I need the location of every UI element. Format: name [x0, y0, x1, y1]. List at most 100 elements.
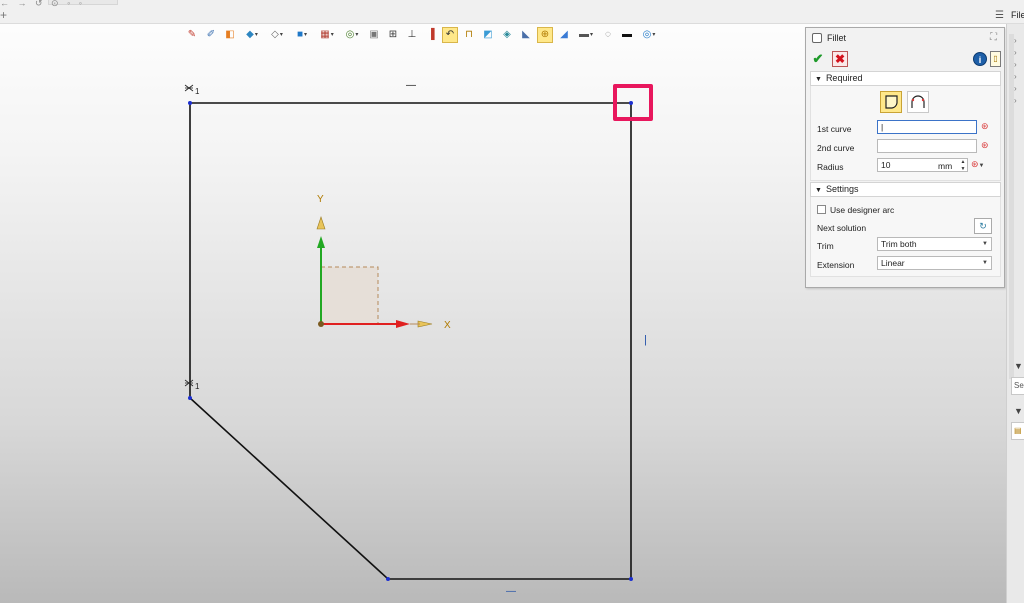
shape-icon[interactable]: ◣ — [518, 27, 534, 43]
collapse-triangle-icon[interactable]: ▼ — [1014, 361, 1023, 371]
view-cube-icon-glyph: ◇ — [271, 29, 279, 40]
paint-icon[interactable]: ◩ — [480, 27, 496, 43]
display-icon[interactable]: ▬ ▾ — [575, 27, 597, 43]
cube-icon[interactable]: ◆ ▾ — [241, 27, 263, 43]
radius-pick-icon[interactable]: ⊛▼ — [971, 159, 985, 170]
chevron-down-icon[interactable]: ▾ — [280, 32, 283, 38]
required-section-header[interactable]: ▼ Required — [810, 71, 1001, 86]
constraint-marker-top — [184, 84, 194, 92]
dotted-circle-icon-glyph: ◌ — [605, 29, 611, 40]
search-input[interactable]: Se — [1011, 377, 1024, 395]
line-icon[interactable]: ▬ — [619, 27, 635, 43]
next-solution-button[interactable]: ↻ — [974, 218, 992, 234]
chevron-down-icon[interactable]: ▾ — [304, 32, 307, 38]
chevron-down-icon[interactable]: ▼ — [979, 163, 985, 169]
designer-arc-label: Use designer arc — [830, 205, 895, 215]
edge-handle-bottom[interactable]: — — [506, 586, 516, 597]
menu-toggle-icon[interactable]: ☰ — [995, 10, 1004, 21]
fillet-icon — [812, 33, 822, 43]
circular-fillet-icon — [885, 95, 898, 109]
object-list-icon[interactable]: ▤ — [1011, 422, 1024, 440]
edge-handle-top[interactable]: — — [406, 80, 416, 91]
chevron-down-icon[interactable]: ▾ — [652, 32, 655, 38]
file-menu[interactable]: File — [1011, 10, 1024, 20]
sketch-graphics: 1 1 — [184, 84, 633, 581]
constraint-marker-left — [184, 379, 194, 387]
selection-icon[interactable]: ◎ ▾ — [638, 27, 660, 43]
fillet-type-designer-button[interactable] — [907, 91, 929, 113]
magic-wand-icon[interactable]: ✎ — [184, 27, 200, 43]
chevron-down-icon[interactable]: ▾ — [255, 32, 258, 38]
sketch-canvas[interactable]: 1 1 Y X — | — — [0, 24, 805, 603]
first-curve-input[interactable]: | — [877, 120, 977, 134]
settings-section-header[interactable]: ▼ Settings — [810, 182, 1001, 197]
quick-access-toolbar[interactable]: ← → ↺ ⊙ ◦ ◦ — [0, 0, 85, 9]
target-icon-glyph: ⊕ — [540, 29, 550, 40]
fillet-type-circular-button[interactable] — [880, 91, 902, 113]
tree-expand-icon[interactable]: › — [1014, 48, 1017, 57]
info-icon[interactable]: i — [973, 52, 987, 66]
fillet-panel: Fillet ⛶ ✔ ✖ i ▯ ▼ Required 1st curve | ⊛… — [805, 27, 1005, 288]
chevron-down-icon[interactable]: ▾ — [355, 32, 358, 38]
new-tab-icon[interactable]: + — [0, 8, 7, 22]
plane-icon[interactable]: ■ ▾ — [291, 27, 313, 43]
chevron-down-icon[interactable]: ▾ — [331, 32, 334, 38]
color-bars-icon-glyph: ▐ — [427, 29, 435, 40]
right-side-panel: › › › › › › ▼ Se ▼ ▤ — [1006, 24, 1024, 603]
grid-icon[interactable]: ▦ ▾ — [316, 27, 338, 43]
first-curve-label: 1st curve — [817, 124, 852, 134]
chevron-down-icon: ▼ — [982, 241, 988, 247]
dimension-icon[interactable]: ⊞ — [385, 27, 401, 43]
help-icon[interactable]: ▯ — [990, 51, 1001, 67]
cancel-button[interactable]: ✖ — [832, 51, 848, 67]
tree-expand-icon[interactable]: › — [1014, 36, 1017, 45]
snap-icon[interactable]: ◎ ▾ — [341, 27, 363, 43]
collapse-triangle-icon[interactable]: ▼ — [1014, 406, 1023, 416]
tree-expand-icon[interactable]: › — [1014, 96, 1017, 105]
tree-expand-icon[interactable]: › — [1014, 72, 1017, 81]
second-curve-pick-icon[interactable]: ⊛ — [981, 140, 989, 151]
axis-label-x: X — [444, 320, 451, 331]
object-icon[interactable]: ◧ — [222, 27, 238, 43]
sketch-profile — [189, 102, 632, 580]
panel-title: Fillet — [827, 33, 847, 43]
designer-arc-checkbox[interactable] — [817, 205, 826, 214]
trim-select[interactable]: Trim both ▼ — [877, 237, 992, 251]
layers-icon[interactable]: ◈ — [499, 27, 515, 43]
trim-label: Trim — [817, 241, 834, 251]
paint-icon-glyph: ◩ — [483, 29, 493, 40]
view-cube-icon[interactable]: ◇ ▾ — [266, 27, 288, 43]
vertex-top-left — [188, 101, 192, 105]
line-icon-glyph: ▬ — [622, 29, 632, 40]
radius-spinner[interactable]: ▲ ▼ — [959, 159, 967, 173]
panel-title-bar: Fillet — [812, 33, 846, 43]
align-icon-glyph: ⊥ — [407, 29, 417, 40]
align-icon[interactable]: ⊥ — [404, 27, 420, 43]
radius-unit: mm — [938, 161, 953, 171]
second-curve-input[interactable] — [877, 139, 977, 153]
close-icon[interactable]: ⛶ — [990, 32, 997, 43]
slice-icon[interactable]: ◢ — [556, 27, 572, 43]
curve-tool-icon[interactable]: ↶ — [442, 27, 458, 43]
target-icon[interactable]: ⊕ — [537, 27, 553, 43]
stamp-icon[interactable]: ⊓ — [461, 27, 477, 43]
chevron-down-icon[interactable]: ▾ — [590, 32, 593, 38]
ok-button[interactable]: ✔ — [810, 51, 826, 67]
box-select-icon[interactable]: ▣ — [366, 27, 382, 43]
stamp-icon-glyph: ⊓ — [465, 29, 473, 40]
tree-expand-icon[interactable]: › — [1014, 84, 1017, 93]
edge-handle-right[interactable]: | — [644, 334, 647, 346]
sketch-tools-icon[interactable]: ✐ — [203, 27, 219, 43]
cycle-icon: ↻ — [979, 221, 987, 231]
slice-icon-glyph: ◢ — [560, 29, 568, 40]
tree-expand-icon[interactable]: › — [1014, 60, 1017, 69]
dotted-circle-icon[interactable]: ◌ — [600, 27, 616, 43]
first-curve-pick-icon[interactable]: ⊛ — [981, 121, 989, 132]
extension-select[interactable]: Linear ▼ — [877, 256, 992, 270]
color-bars-icon[interactable]: ▐ — [423, 27, 439, 43]
layers-icon-glyph: ◈ — [503, 29, 511, 40]
curve-tool-icon-glyph: ↶ — [445, 29, 455, 40]
magic-wand-icon-glyph: ✎ — [187, 29, 197, 40]
collapse-triangle-icon: ▼ — [815, 76, 822, 83]
radius-input[interactable]: 10 — [877, 158, 968, 172]
